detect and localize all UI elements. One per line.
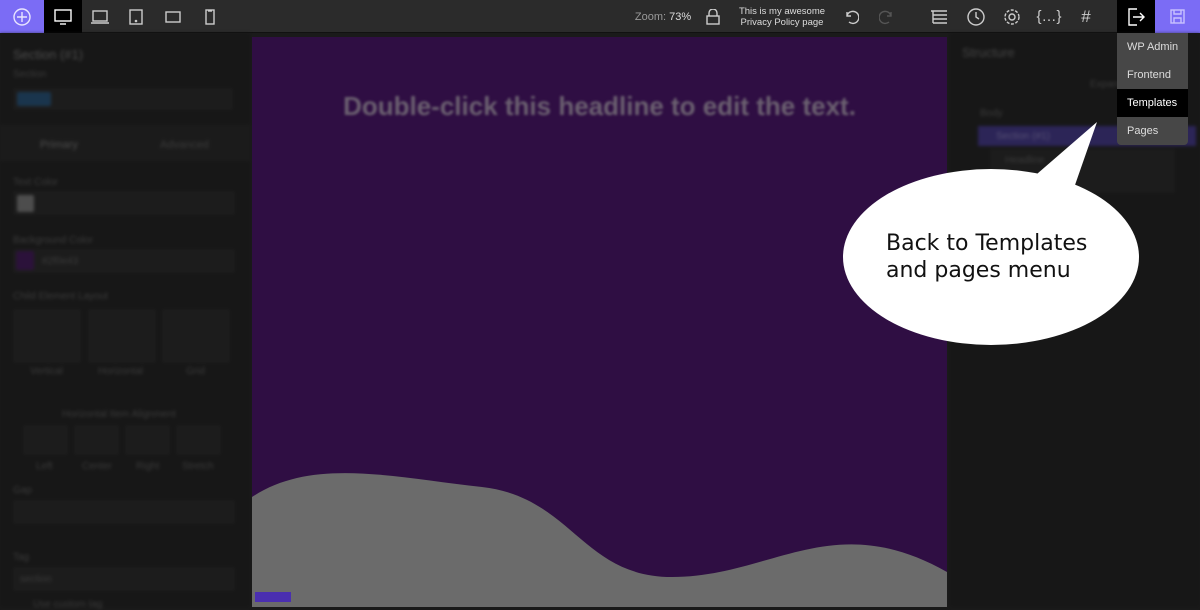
settings-button[interactable] — [998, 0, 1026, 33]
top-toolbar: Zoom: 73% This is my awesome Privacy Pol… — [0, 0, 1200, 33]
structure-title: Structure — [962, 45, 1015, 60]
section-badge[interactable] — [255, 592, 291, 602]
tag-value: section — [20, 574, 52, 585]
align-right[interactable] — [125, 425, 170, 455]
tag-label: Tag — [13, 552, 30, 563]
gap-label: Gap — [13, 485, 32, 496]
wave-shape — [252, 473, 947, 607]
menu-item-pages[interactable]: Pages — [1117, 117, 1188, 145]
save-icon — [1170, 9, 1185, 24]
callout-line1: Back to Templates — [886, 231, 1088, 256]
callout-line2: and pages menu — [886, 258, 1071, 283]
exit-icon — [1128, 7, 1145, 26]
custom-tag-checkbox[interactable]: Use custom tag — [33, 599, 102, 610]
align-label-center: Center — [82, 461, 113, 472]
save-button[interactable] — [1155, 0, 1200, 33]
layout-label-horizontal: Horizontal — [98, 366, 144, 377]
device-tablet-button[interactable] — [118, 0, 154, 33]
layers-icon — [931, 9, 947, 24]
redo-button[interactable] — [874, 0, 900, 33]
tab-primary[interactable]: Primary — [40, 139, 78, 151]
layout-label-grid: Grid — [186, 366, 205, 377]
revisions-button[interactable] — [962, 0, 990, 33]
device-laptop-button[interactable] — [82, 0, 118, 33]
menu-item-templates[interactable]: Templates — [1117, 89, 1188, 117]
tab-advanced[interactable]: Advanced — [160, 139, 209, 151]
laptop-icon — [91, 9, 109, 24]
left-settings-panel: Section (#1) Section Primary Advanced Te… — [0, 33, 250, 610]
code-button[interactable]: {…} — [1034, 0, 1064, 33]
layout-vertical[interactable] — [13, 309, 81, 363]
builder-canvas[interactable]: Double-click this headline to edit the t… — [252, 37, 947, 607]
layout-horizontal[interactable] — [88, 309, 156, 363]
text-color-swatch[interactable] — [17, 195, 34, 212]
tablet-icon — [129, 8, 143, 25]
lock-icon — [706, 8, 720, 25]
gear-icon — [1004, 8, 1020, 25]
bg-color-swatch[interactable] — [16, 251, 34, 270]
tree-item-body[interactable]: Body — [980, 108, 1003, 119]
zoom-value: 73% — [669, 10, 692, 23]
gap-input[interactable] — [13, 500, 235, 524]
plus-circle-icon — [13, 7, 31, 26]
page-title[interactable]: This is my awesome Privacy Policy page — [736, 0, 828, 33]
grid-guides-button[interactable]: # — [1072, 0, 1100, 33]
align-label-right: Right — [136, 461, 160, 472]
layout-label-vertical: Vertical — [30, 366, 63, 377]
device-mobile-button[interactable] — [192, 0, 228, 33]
layout-grid[interactable] — [162, 309, 230, 363]
lock-button[interactable] — [700, 0, 726, 33]
page-title-line1: This is my awesome — [738, 5, 826, 17]
add-element-button[interactable] — [0, 0, 44, 33]
align-center[interactable] — [74, 425, 119, 455]
bg-color-value: #2f0e43 — [42, 256, 79, 267]
align-label-stretch: Stretch — [182, 461, 214, 472]
panel-title: Section (#1) — [13, 47, 84, 62]
align-label-left: Left — [36, 461, 53, 472]
panel-subtitle: Section — [13, 69, 47, 80]
bg-color-label: Background Color — [13, 235, 94, 246]
tree-item-headline[interactable]: Headline — [1005, 155, 1044, 166]
undo-icon — [846, 10, 859, 24]
structure-button[interactable] — [925, 0, 953, 33]
align-stretch[interactable] — [176, 425, 221, 455]
braces-icon: {…} — [1036, 8, 1062, 25]
zoom-label: Zoom: — [634, 10, 667, 23]
page-title-line2: Privacy Policy page — [740, 16, 824, 28]
clock-icon — [967, 7, 985, 26]
layout-label: Child Element Layout — [13, 291, 109, 302]
mobile-icon — [205, 8, 215, 25]
align-label: Horizontal Item Alignment — [62, 409, 176, 420]
menu-item-frontend[interactable]: Frontend — [1117, 61, 1188, 89]
device-tablet-landscape-button[interactable] — [154, 0, 192, 33]
undo-button[interactable] — [838, 0, 864, 33]
hash-icon: # — [1081, 6, 1091, 26]
callout-text: Back to Templates and pages menu — [886, 230, 1087, 284]
text-color-label: Text Color — [13, 177, 59, 188]
device-desktop-button[interactable] — [44, 0, 82, 33]
desktop-icon — [54, 8, 72, 25]
redo-icon — [879, 10, 892, 24]
menu-item-wp-admin[interactable]: WP Admin — [1117, 33, 1188, 61]
align-left[interactable] — [23, 425, 68, 455]
tablet-landscape-icon — [165, 10, 181, 23]
exit-dropdown-menu: WP Admin Frontend Templates Pages — [1117, 33, 1188, 145]
tree-item-section[interactable]: Section (#1) — [996, 131, 1050, 142]
exit-button[interactable] — [1117, 0, 1155, 33]
zoom-readout[interactable]: Zoom: 73% — [628, 0, 698, 33]
